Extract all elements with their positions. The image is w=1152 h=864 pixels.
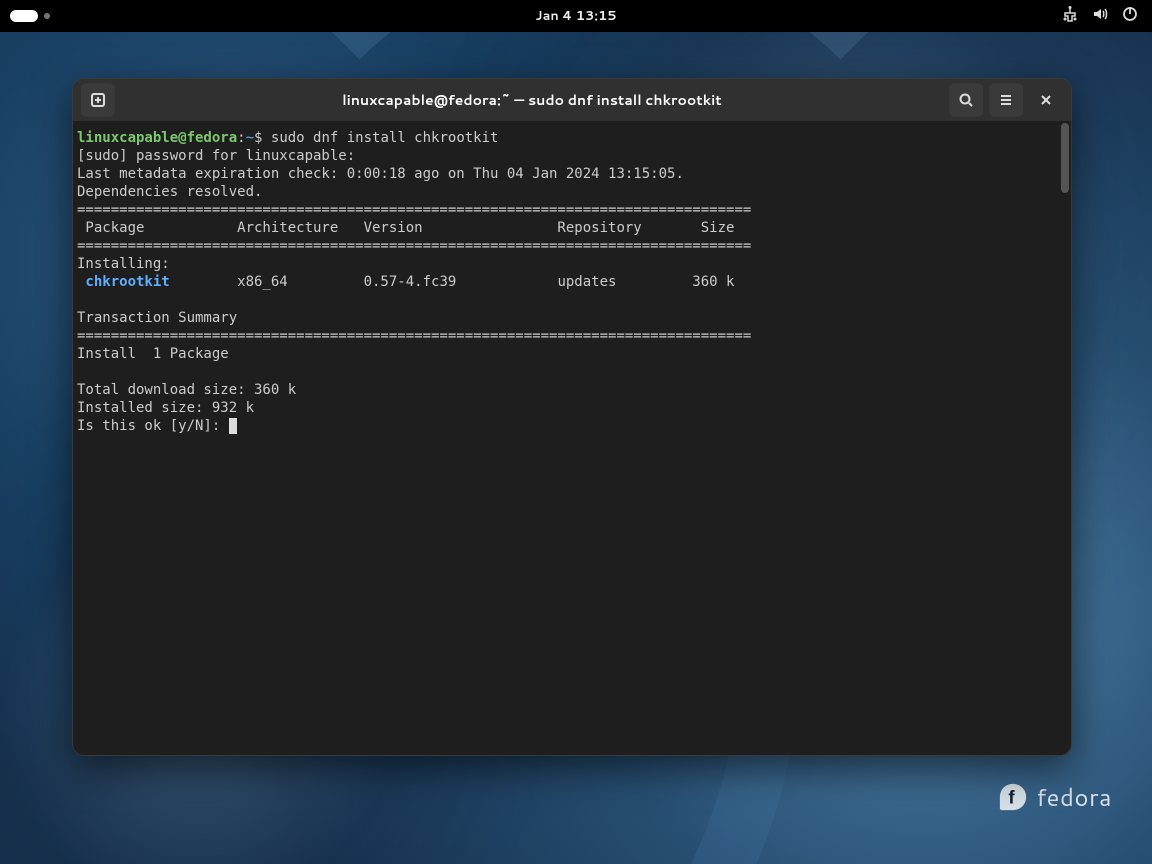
- prompt-dollar: $: [254, 130, 271, 146]
- line-rule3: ========================================…: [77, 328, 751, 344]
- window-title: linuxcapable@fedora:~ — sudo dnf install…: [123, 90, 941, 110]
- line-installing: Installing:: [77, 256, 170, 272]
- line-dep: Dependencies resolved.: [77, 184, 262, 200]
- terminal-content[interactable]: linuxcapable@fedora:~$ sudo dnf install …: [73, 121, 1071, 755]
- search-button[interactable]: [949, 83, 983, 117]
- line-rule: ========================================…: [77, 202, 751, 218]
- gnome-topbar: Jan 4 13:15: [0, 0, 1152, 32]
- line-sudo: [sudo] password for linuxcapable:: [77, 148, 364, 164]
- line-meta: Last metadata expiration check: 0:00:18 …: [77, 166, 684, 182]
- power-icon[interactable]: [1122, 6, 1138, 27]
- activities-area[interactable]: [0, 10, 50, 22]
- activities-indicator: [10, 10, 38, 22]
- window-titlebar: linuxcapable@fedora:~ — sudo dnf install…: [73, 79, 1071, 121]
- pkg-name: chkrootkit: [77, 274, 170, 290]
- clock[interactable]: Jan 4 13:15: [535, 7, 616, 25]
- terminal-window: linuxcapable@fedora:~ — sudo dnf install…: [72, 78, 1072, 756]
- line-confirm: Is this ok [y/N]:: [77, 418, 229, 434]
- close-button[interactable]: [1029, 83, 1063, 117]
- network-icon[interactable]: [1062, 6, 1078, 27]
- volume-icon[interactable]: [1092, 6, 1108, 27]
- scrollbar-thumb[interactable]: [1061, 123, 1069, 193]
- svg-text:f: f: [1009, 787, 1016, 808]
- line-instsize: Installed size: 932 k: [77, 400, 254, 416]
- command-text: sudo dnf install chkrootkit: [271, 130, 499, 146]
- menu-button[interactable]: [989, 83, 1023, 117]
- prompt-sep: :: [237, 130, 245, 146]
- pkg-rest: x86_64 0.57-4.fc39 updates 360 k: [170, 274, 735, 290]
- line-rule2: ========================================…: [77, 238, 751, 254]
- line-header: Package Architecture Version Repository …: [77, 220, 734, 236]
- fedora-logo-icon: f: [998, 782, 1028, 812]
- fedora-watermark: f fedora: [998, 780, 1112, 814]
- fedora-watermark-text: fedora: [1036, 780, 1112, 814]
- workspace-dot: [44, 13, 50, 19]
- cursor: [229, 418, 237, 434]
- prompt-cwd: ~: [246, 130, 254, 146]
- line-dlsize: Total download size: 360 k: [77, 382, 296, 398]
- line-txn: Transaction Summary: [77, 310, 237, 326]
- prompt-userhost: linuxcapable@fedora: [77, 130, 237, 146]
- new-tab-button[interactable]: [81, 83, 115, 117]
- line-install-count: Install 1 Package: [77, 346, 229, 362]
